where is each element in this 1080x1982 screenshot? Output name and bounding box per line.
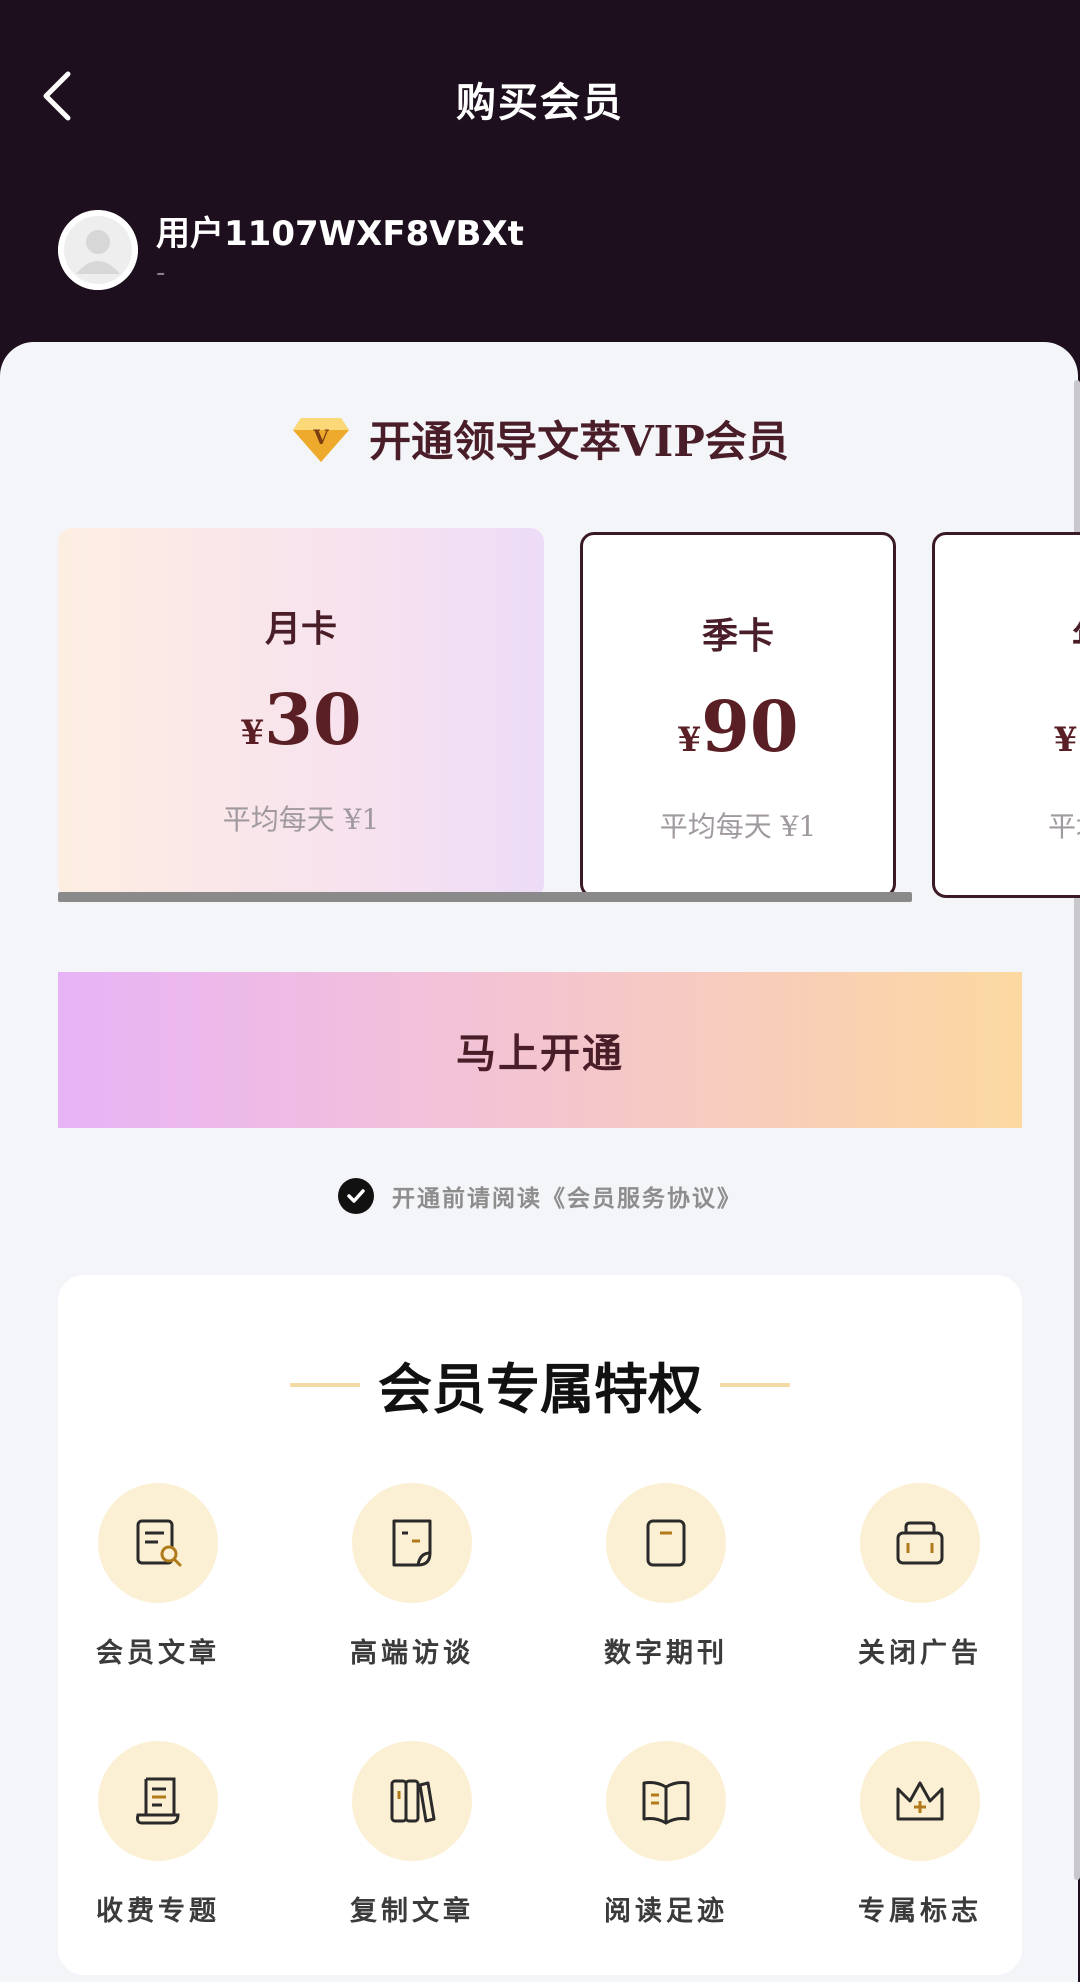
agreement-checkbox[interactable]: [338, 1178, 374, 1214]
privilege-label: 收费专题: [96, 1896, 220, 1927]
icon-badge: [98, 1483, 218, 1603]
icon-badge: [606, 1483, 726, 1603]
currency-symbol: ¥: [240, 713, 265, 753]
privilege-reading-history[interactable]: 阅读足迹: [566, 1741, 766, 1928]
plan-list-scroll-indicator: [58, 892, 912, 902]
ad-close-icon: [896, 1521, 944, 1565]
subscribe-now-label: 马上开通: [456, 1030, 624, 1077]
privilege-label: 会员文章: [96, 1638, 220, 1669]
privilege-label: 专属标志: [858, 1896, 982, 1927]
heading-divider: [290, 1382, 360, 1387]
plan-name: 月卡: [264, 608, 337, 650]
heading-divider: [720, 1382, 790, 1387]
privilege-interviews[interactable]: 高端访谈: [312, 1483, 512, 1670]
plan-price: ¥90: [583, 685, 893, 768]
svg-text:V: V: [312, 425, 329, 449]
crown-plus-icon: [896, 1781, 944, 1821]
privilege-label: 数字期刊: [604, 1638, 728, 1669]
article-search-icon: [136, 1519, 182, 1567]
interview-doc-icon: [392, 1519, 432, 1567]
checkmark-icon: [347, 1189, 365, 1203]
privilege-close-ads[interactable]: 关闭广告: [820, 1483, 1020, 1670]
icon-badge: [352, 1741, 472, 1861]
open-book-icon: [642, 1781, 690, 1825]
privilege-paid-topics[interactable]: 收费专题: [58, 1741, 258, 1928]
icon-badge: [98, 1741, 218, 1861]
plan-avg-price: 平均每: [1047, 810, 1080, 843]
page-title: 购买会员: [456, 80, 624, 126]
user-subtitle: -: [156, 258, 166, 288]
plan-card-yearly[interactable]: 年 ¥3 平均每: [932, 532, 1080, 898]
header: 购买会员 用户1107WXF8VBXt -: [0, 0, 1080, 360]
plan-avg-price: 平均每天 ¥1: [222, 803, 380, 836]
plan-avg-price: 平均每天 ¥1: [659, 810, 817, 843]
agreement-link[interactable]: 开通前请阅读《会员服务协议》: [392, 1179, 742, 1213]
plan-list[interactable]: 月卡 ¥30 平均每天 ¥1 季卡 ¥90 平均每天 ¥1 年 ¥3 平均每: [58, 528, 1080, 898]
subscribe-now-button[interactable]: 马上开通: [58, 972, 1022, 1128]
privileges-heading: 会员专属特权: [58, 1345, 1022, 1424]
paid-topic-scroll-icon: [136, 1777, 180, 1825]
vip-title: V 开通领导文萃VIP会员: [0, 408, 1080, 469]
plan-price-value: 30: [264, 678, 362, 761]
copy-books-icon: [390, 1779, 436, 1823]
vip-title-text: 开通领导文萃VIP会员: [369, 417, 789, 466]
privilege-label: 关闭广告: [858, 1638, 982, 1669]
vip-diamond-icon: V: [293, 417, 350, 462]
plan-card-monthly[interactable]: 月卡 ¥30 平均每天 ¥1: [58, 528, 544, 898]
plan-price: ¥30: [58, 678, 544, 761]
agreement-row: 开通前请阅读《会员服务协议》: [0, 1178, 1080, 1214]
privilege-copy-articles[interactable]: 复制文章: [312, 1741, 512, 1928]
currency-symbol: ¥: [677, 720, 702, 760]
plan-price-value: 90: [701, 685, 799, 768]
privilege-label: 高端访谈: [350, 1638, 474, 1669]
privilege-label: 复制文章: [350, 1896, 474, 1927]
digital-journal-icon: [646, 1519, 686, 1567]
privilege-exclusive-badge[interactable]: 专属标志: [820, 1741, 1020, 1928]
privilege-digital-journal[interactable]: 数字期刊: [566, 1483, 766, 1670]
icon-badge: [860, 1741, 980, 1861]
plan-card-quarterly[interactable]: 季卡 ¥90 平均每天 ¥1: [580, 532, 896, 898]
plan-price: ¥3: [935, 685, 1080, 768]
privilege-label: 阅读足迹: [604, 1896, 728, 1927]
privilege-member-articles[interactable]: 会员文章: [58, 1483, 258, 1670]
plan-name: 季卡: [701, 615, 774, 657]
currency-symbol: ¥: [1053, 720, 1078, 760]
privileges-card: 会员专属特权 会员文章 高端访谈 数字期刊 关闭广告 收费专题 复制文章 阅读足…: [58, 1275, 1022, 1975]
icon-badge: [352, 1483, 472, 1603]
user-avatar-icon: [58, 210, 138, 290]
plan-name: 年: [935, 607, 1080, 659]
icon-badge: [860, 1483, 980, 1603]
username: 用户1107WXF8VBXt: [156, 214, 524, 254]
icon-badge: [606, 1741, 726, 1861]
avatar[interactable]: [58, 210, 138, 290]
privileges-title: 会员专属特权: [378, 1357, 702, 1421]
